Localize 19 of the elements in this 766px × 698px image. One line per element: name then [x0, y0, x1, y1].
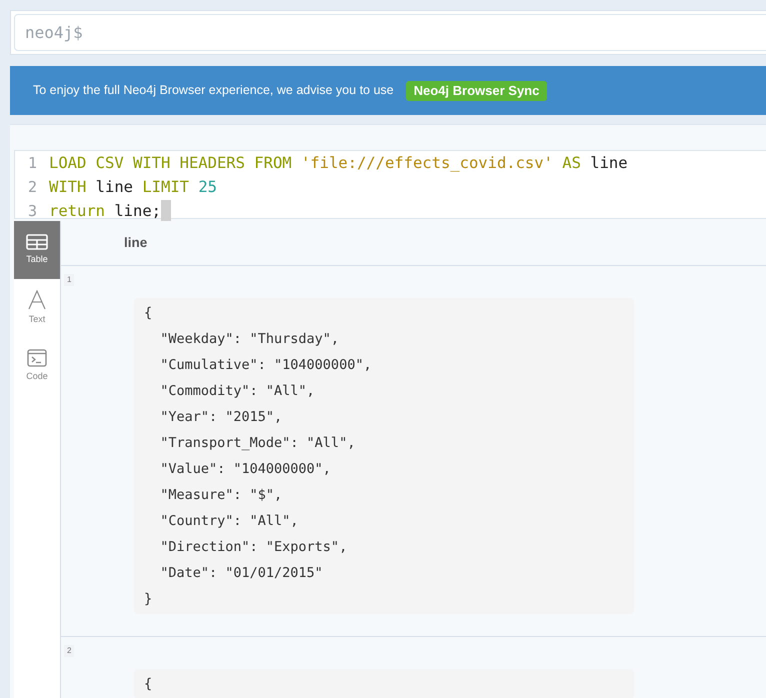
row-number: 2	[64, 645, 74, 657]
letter-icon	[28, 290, 46, 310]
line-number: 2	[26, 177, 38, 198]
line-number: 1	[26, 153, 38, 174]
terminal-icon	[27, 348, 47, 367]
line-number: 3	[26, 201, 38, 222]
json-block: { "Weekday": "Thursday", "Cumulative": "104000000", "Commodity": "All", "Year": "2015", "Transport_Mode": "All", "Value": "104000000", "Measure": "$", "Country": "All", "Direction": "Exports", "Date": "01/01/2015" }	[134, 298, 634, 614]
row-number: 1	[64, 274, 74, 286]
json-block: {	[134, 669, 634, 698]
code-line: LOAD CSV WITH HEADERS FROM 'file:///effects_covid.csv' AS line	[49, 153, 628, 174]
view-tab[interactable]: Table	[14, 221, 60, 279]
column-header: line	[124, 234, 148, 252]
table-icon	[26, 234, 48, 250]
browser-sync-button[interactable]: Neo4j Browser Sync	[406, 80, 548, 100]
code-line: WITH line LIMIT 25	[49, 177, 217, 198]
text-cursor	[161, 200, 171, 222]
banner-text: To enjoy the full Neo4j Browser experience, we advise you to use	[33, 82, 394, 100]
code-line: return line;	[49, 201, 161, 222]
command-input[interactable]: neo4j$	[14, 14, 766, 51]
